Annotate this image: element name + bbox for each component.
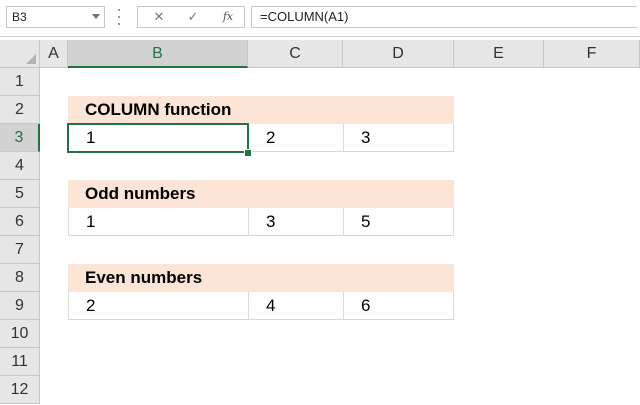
- name-box-value: B3: [12, 10, 27, 24]
- cell-c9[interactable]: 4: [248, 292, 343, 320]
- cell-d8[interactable]: [343, 264, 454, 292]
- enter-icon[interactable]: ✓: [181, 8, 205, 26]
- insert-function-icon[interactable]: fx: [216, 8, 240, 26]
- cell-b8[interactable]: Even numbers: [68, 264, 248, 292]
- row-header-11[interactable]: 11: [0, 348, 40, 376]
- cell-c5[interactable]: [248, 180, 343, 208]
- cell-b9[interactable]: 2: [68, 292, 248, 320]
- row-header-5[interactable]: 5: [0, 180, 40, 208]
- formula-bar: B3 ✕ ✓ fx =COLUMN(A1): [0, 0, 640, 37]
- name-box[interactable]: B3: [6, 6, 105, 28]
- select-all-button[interactable]: [0, 40, 40, 68]
- row-header-12[interactable]: 12: [0, 376, 40, 404]
- row-header-1[interactable]: 1: [0, 68, 40, 96]
- column-header-e[interactable]: E: [454, 40, 544, 68]
- cell-c2[interactable]: [248, 96, 343, 124]
- fill-handle[interactable]: [244, 149, 252, 157]
- row-header-3[interactable]: 3: [0, 124, 40, 152]
- column-header-b[interactable]: B: [68, 40, 248, 68]
- formula-bar-resize-handle[interactable]: [117, 9, 121, 25]
- cell-b5[interactable]: Odd numbers: [68, 180, 248, 208]
- column-header-a[interactable]: A: [40, 40, 68, 68]
- chevron-down-icon[interactable]: [92, 14, 100, 19]
- formula-bar-buttons: ✕ ✓ fx: [137, 6, 245, 28]
- spreadsheet-grid: A B C D E F 1 2 3 4 5 6 7 8 9 10 11 12 C…: [0, 40, 640, 405]
- cell-d2[interactable]: [343, 96, 454, 124]
- active-cell-border: [67, 123, 249, 153]
- column-header-d[interactable]: D: [343, 40, 454, 68]
- row-header-4[interactable]: 4: [0, 152, 40, 180]
- row-header-6[interactable]: 6: [0, 208, 40, 236]
- cell-c3[interactable]: 2: [248, 124, 343, 152]
- column-header-c[interactable]: C: [248, 40, 343, 68]
- cell-b2[interactable]: COLUMN function: [68, 96, 248, 124]
- row-header-9[interactable]: 9: [0, 292, 40, 320]
- cancel-icon[interactable]: ✕: [147, 8, 171, 26]
- cell-c8[interactable]: [248, 264, 343, 292]
- select-all-icon: [26, 54, 36, 64]
- cell-d3[interactable]: 3: [343, 124, 454, 152]
- cell-c6[interactable]: 3: [248, 208, 343, 236]
- row-header-8[interactable]: 8: [0, 264, 40, 292]
- row-header-7[interactable]: 7: [0, 236, 40, 264]
- cell-d6[interactable]: 5: [343, 208, 454, 236]
- formula-input[interactable]: =COLUMN(A1): [251, 6, 637, 28]
- row-header-10[interactable]: 10: [0, 320, 40, 348]
- cell-b6[interactable]: 1: [68, 208, 248, 236]
- cell-d5[interactable]: [343, 180, 454, 208]
- cell-d9[interactable]: 6: [343, 292, 454, 320]
- row-header-2[interactable]: 2: [0, 96, 40, 124]
- column-header-f[interactable]: F: [544, 40, 640, 68]
